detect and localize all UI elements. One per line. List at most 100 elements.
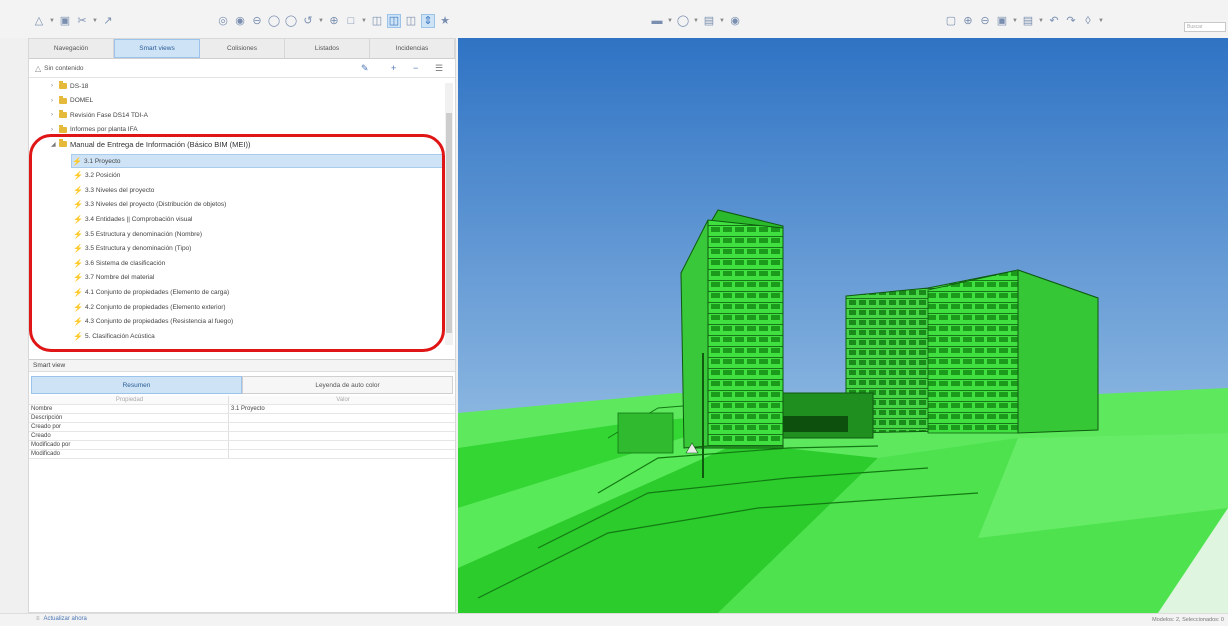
tree-folder[interactable]: › Informes por planta IFA (51, 123, 138, 137)
tree-folder[interactable]: ◢ Manual de Entrega de Información (Básic… (51, 137, 251, 151)
orbit-icon[interactable]: ◎ (216, 14, 230, 28)
clip-icon[interactable]: ◫ (404, 14, 418, 28)
display-style-icon[interactable]: ▬ (650, 14, 664, 28)
tree-smart-view[interactable]: ⚡ 3.2 Posición (73, 169, 120, 183)
property-value (229, 414, 455, 422)
visibility-icon[interactable]: ◯ (676, 14, 690, 28)
folder-icon (59, 95, 67, 104)
update-status[interactable]: ≡ Actualizar ahora (36, 616, 87, 622)
tree-item-label: DS-18 (70, 82, 89, 90)
refresh-icon: ≡ (36, 616, 40, 622)
markup-icon[interactable]: ★ (438, 14, 452, 28)
3d-viewport[interactable] (458, 38, 1228, 613)
tools-icon[interactable]: ◊ (1081, 14, 1095, 28)
long-block-center (927, 269, 1019, 434)
tree-smart-view[interactable]: ⚡ 3.7 Nombre del material (73, 271, 154, 285)
tab-navegaci-n[interactable]: Navegación (29, 39, 114, 58)
navigate-icon[interactable]: ⇕ (421, 14, 435, 28)
collapsed-arrow-icon[interactable]: › (51, 98, 56, 104)
tree-smart-view[interactable]: ⚡ 3.5 Estructura y denominación (Nombre) (73, 227, 202, 241)
tree-smart-view[interactable]: ⚡ 4.2 Conjunto de propiedades (Elemento e… (73, 300, 226, 314)
chevron-down-icon[interactable]: ▼ (361, 14, 367, 28)
select-icon[interactable]: △ (32, 14, 46, 28)
podium-entrance (783, 416, 848, 432)
collapsed-arrow-icon[interactable]: › (51, 127, 56, 133)
cut-icon[interactable]: ✂ (75, 14, 89, 28)
zoom-out-icon[interactable]: ⊖ (978, 14, 992, 28)
smart-view-icon: ⚡ (72, 156, 82, 166)
walk-icon[interactable]: ⊖ (250, 14, 264, 28)
chevron-down-icon[interactable]: ▼ (1038, 14, 1044, 28)
tab-smart-views[interactable]: Smart views (114, 39, 200, 58)
tree-item-label: 3.7 Nombre del material (85, 274, 155, 282)
tree-smart-view[interactable]: ⚡ 3.3 Niveles del proyecto (Distribución … (73, 198, 226, 212)
remove-icon[interactable]: − (413, 63, 418, 73)
update-link[interactable]: Actualizar ahora (44, 616, 87, 622)
undo-icon[interactable]: ↶ (1047, 14, 1061, 28)
camera-icon[interactable]: ◉ (728, 14, 742, 28)
measure-icon[interactable]: ⊕ (327, 14, 341, 28)
tree-smart-view[interactable]: ⚡ 3.3 Niveles del proyecto (73, 183, 154, 197)
menu-icon[interactable]: ☰ (435, 63, 443, 74)
filter-icon[interactable]: ▤ (702, 14, 716, 28)
pan-icon[interactable]: ◯ (284, 14, 298, 28)
tree-item-label: 4.2 Conjunto de propiedades (Elemento ex… (85, 303, 226, 311)
tree-smart-view[interactable]: ⚡ 4.3 Conjunto de propiedades (Resistenci… (73, 315, 233, 329)
tree-smart-view[interactable]: ⚡ 5. Clasificación Acústica (73, 329, 155, 343)
collapsed-arrow-icon[interactable]: › (51, 112, 56, 118)
link-icon[interactable]: ↗ (101, 14, 115, 28)
save-icon[interactable]: ▣ (58, 14, 72, 28)
column-header: Propiedad (29, 396, 229, 404)
tree-folder[interactable]: › DS-18 (51, 79, 88, 93)
add-icon[interactable]: + (391, 63, 396, 73)
properties-tab-1[interactable]: Leyenda de auto color (242, 376, 453, 394)
tree-scrollbar[interactable] (445, 83, 453, 345)
chevron-down-icon[interactable]: ▼ (667, 14, 673, 28)
transparency-icon[interactable]: ◫ (387, 14, 401, 28)
tree-smart-view[interactable]: ⚡ 3.1 Proyecto (71, 154, 443, 168)
search-input[interactable]: Buscar (1184, 22, 1226, 32)
chevron-down-icon[interactable]: ▼ (49, 14, 55, 28)
tree-smart-view[interactable]: ⚡ 3.4 Entidades || Comprobación visual (73, 212, 192, 226)
section-box-icon[interactable]: □ (344, 14, 358, 28)
tab-incidencias[interactable]: Incidencias (370, 39, 455, 58)
collapsed-arrow-icon[interactable]: › (51, 83, 56, 89)
tab-listados[interactable]: Listados (285, 39, 370, 58)
tree-smart-view[interactable]: ⚡ 3.5 Estructura y denominación (Tipo) (73, 242, 191, 256)
edit-icon[interactable]: ✎ (361, 63, 369, 74)
properties-tab-0[interactable]: Resumen (31, 376, 242, 394)
tab-colisiones[interactable]: Colisiones (200, 39, 285, 58)
column-header: Valor (336, 397, 350, 403)
chevron-down-icon[interactable]: ▼ (318, 14, 324, 28)
tree-smart-view[interactable]: ⚡ 4.1 Conjunto de propiedades (Elemento d… (73, 285, 229, 299)
properties-table-header: Propiedad Valor (29, 396, 455, 405)
new-folder-button[interactable]: △ Sin contenido (35, 64, 84, 73)
tree-item-label: Revisión Fase DS14 TDI-A (70, 111, 148, 119)
look-icon[interactable]: ◉ (233, 14, 247, 28)
fit-icon[interactable]: ▢ (944, 14, 958, 28)
zoom-icon[interactable]: ◯ (267, 14, 281, 28)
zoom-in-icon[interactable]: ⊕ (961, 14, 975, 28)
smart-view-icon: ⚡ (73, 331, 83, 341)
tree-item-label: 3.5 Estructura y denominación (Nombre) (85, 230, 203, 238)
chevron-down-icon[interactable]: ▼ (1012, 14, 1018, 28)
chevron-down-icon[interactable]: ▼ (92, 14, 98, 28)
tree-scrollbar-thumb[interactable] (446, 113, 452, 333)
tree-smart-view[interactable]: ⚡ 3.6 Sistema de clasificación (73, 256, 165, 270)
model-scene[interactable] (458, 38, 1228, 613)
viewpoints-icon[interactable]: ▣ (995, 14, 1009, 28)
chevron-down-icon[interactable]: ▼ (693, 14, 699, 28)
tree-item-label: 3.3 Niveles del proyecto (Distribución d… (85, 201, 227, 209)
tree-folder[interactable]: › Revisión Fase DS14 TDI-A (51, 108, 148, 122)
expanded-arrow-icon[interactable]: ◢ (51, 141, 56, 148)
undo-view-icon[interactable]: ↺ (301, 14, 315, 28)
redo-icon[interactable]: ↷ (1064, 14, 1078, 28)
chevron-down-icon[interactable]: ▼ (1098, 14, 1104, 28)
layout-icon[interactable]: ▤ (1021, 14, 1035, 28)
property-value (229, 450, 455, 458)
smart-view-icon: ⚡ (73, 302, 83, 312)
chevron-down-icon[interactable]: ▼ (719, 14, 725, 28)
section-plane-icon[interactable]: ◫ (370, 14, 384, 28)
tree-folder[interactable]: › DOMEL (51, 94, 93, 108)
toolbar-tools-group: ▢ ⊕ ⊖ ▣ ▼ ▤ ▼ ↶ ↷ ◊ ▼ (944, 13, 1104, 29)
